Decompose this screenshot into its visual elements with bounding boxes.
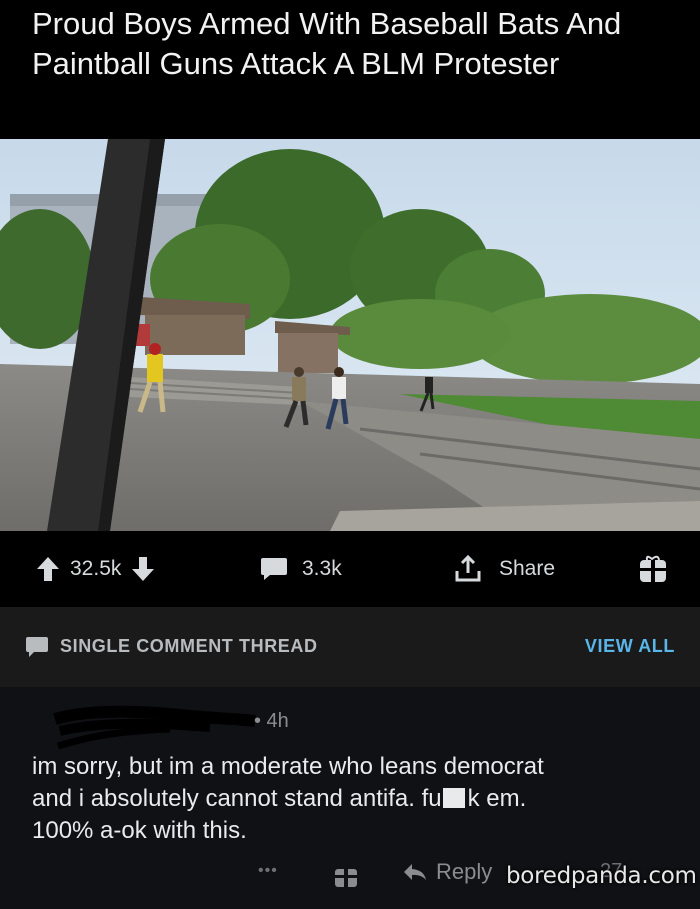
watermark: boredpanda.com [506, 863, 697, 889]
censor-block [442, 788, 465, 808]
comment-icon [261, 558, 287, 580]
comment-line-2: and i absolutely cannot stand antifa. fu… [32, 783, 672, 815]
downvote-icon[interactable] [131, 555, 155, 583]
comment-timestamp: • 4h [254, 710, 289, 732]
comment-bubble-icon [26, 637, 48, 657]
video-frame [0, 139, 700, 531]
comment-line-2-text: and i absolutely cannot stand antifa. fu [32, 785, 442, 812]
share-button[interactable]: Share [455, 555, 555, 583]
post-action-bar: 32.5k 3.3k Share [0, 531, 700, 607]
post-title: Proud Boys Armed With Baseball Bats And … [32, 6, 622, 81]
reply-label: Reply [436, 859, 493, 884]
upvote-icon[interactable] [36, 555, 60, 583]
comment-line-2-tail: k em. [467, 785, 527, 812]
gift-icon[interactable] [333, 863, 359, 889]
gift-icon [640, 555, 666, 582]
reply-button[interactable]: Reply [402, 859, 492, 885]
vote-group: 32.5k [36, 555, 155, 583]
comment-body: im sorry, but im a moderate who leans de… [32, 751, 672, 847]
view-all-link[interactable]: VIEW ALL [585, 636, 675, 657]
reply-arrow-icon [404, 864, 426, 880]
comment-count: 3.3k [302, 557, 342, 580]
redacted-username-scribble [53, 705, 256, 750]
share-label: Share [499, 557, 556, 580]
single-comment-thread-bar: SINGLE COMMENT THREAD VIEW ALL [0, 607, 700, 687]
upvote-count: 32.5k [70, 557, 122, 580]
comment-line-3: 100% a-ok with this. [32, 817, 247, 844]
comment-card: • 4h im sorry, but im a moderate who lea… [0, 687, 700, 909]
video-player[interactable] [0, 139, 700, 531]
comment-line-1: im sorry, but im a moderate who leans de… [32, 753, 544, 780]
thread-label: SINGLE COMMENT THREAD [60, 636, 318, 656]
more-options-button[interactable]: ••• [258, 862, 278, 880]
share-icon [455, 555, 481, 582]
award-button[interactable] [638, 555, 668, 583]
comments-button[interactable]: 3.3k [260, 555, 342, 583]
